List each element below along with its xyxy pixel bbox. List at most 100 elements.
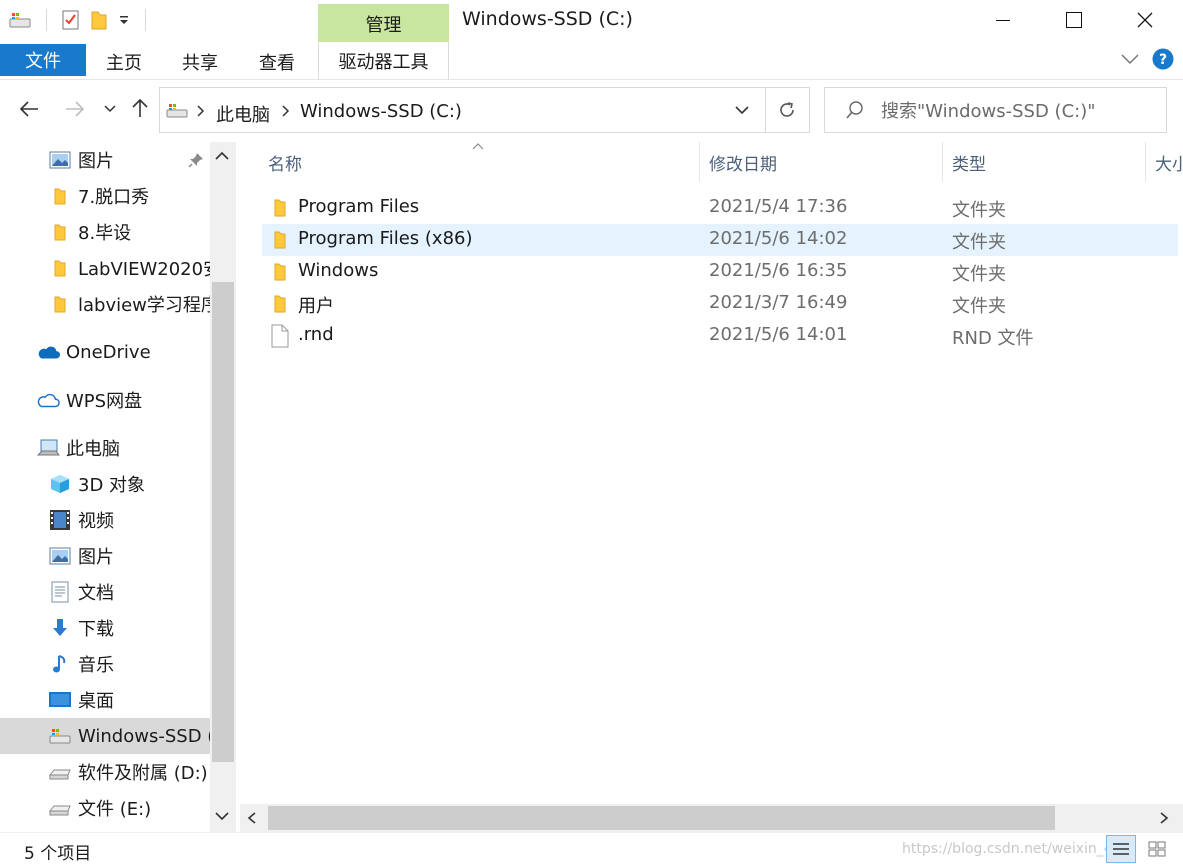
sidebar-item-pictures-quick[interactable]: 图片 [0, 142, 210, 178]
list-item[interactable]: .rnd 2021/5/6 14:01 RND 文件 [262, 320, 1178, 352]
title-bar: 管理 Windows-SSD (C:) [0, 0, 1183, 43]
minimize-button[interactable] [980, 0, 1026, 40]
column-header-date[interactable]: 修改日期 [699, 142, 941, 182]
sidebar-item-desktop[interactable]: 桌面 [0, 682, 210, 718]
sidebar-item-label: 图片 [78, 547, 114, 568]
breadcrumb-drive-c[interactable]: Windows-SSD (C:) [300, 101, 462, 122]
search-box[interactable]: 搜索"Windows-SSD (C:)" [824, 87, 1167, 133]
folder-icon [270, 293, 290, 315]
properties-icon[interactable] [61, 9, 81, 31]
sidebar-item-label: WPS网盘 [66, 391, 143, 412]
scroll-left-icon[interactable] [246, 811, 258, 825]
drive-c-icon [48, 724, 72, 748]
recent-locations-icon[interactable] [103, 103, 117, 115]
sidebar-item-folder-thesis[interactable]: 8.毕设 [0, 214, 210, 250]
column-header-type[interactable]: 类型 [942, 142, 1144, 182]
sidebar-item-folder-talkshow[interactable]: 7.脱口秀 [0, 178, 210, 214]
pin-icon[interactable] [188, 152, 204, 168]
sidebar-scroll-thumb[interactable] [212, 282, 234, 762]
list-item[interactable]: 用户 2021/3/7 16:49 文件夹 [262, 288, 1178, 320]
folder-icon [48, 184, 72, 208]
sidebar-item-documents[interactable]: 文档 [0, 574, 210, 610]
folder-icon [270, 197, 290, 219]
file-date: 2021/3/7 16:49 [709, 292, 848, 313]
chevron-down-icon[interactable] [734, 104, 750, 116]
folder-icon [270, 229, 290, 251]
scroll-down-icon[interactable] [214, 810, 230, 822]
large-icons-view-button[interactable] [1142, 837, 1172, 861]
sidebar-item-label: labview学习程序 [78, 295, 210, 316]
sidebar-item-label: 音乐 [78, 655, 114, 676]
sidebar-item-label: 软件及附属 (D:) [78, 763, 208, 784]
details-view-button[interactable] [1106, 835, 1136, 863]
list-item[interactable]: Program Files 2021/5/4 17:36 文件夹 [262, 192, 1178, 224]
file-date: 2021/5/6 14:02 [709, 228, 848, 249]
tab-view[interactable]: 查看 [249, 46, 305, 78]
search-input[interactable]: 搜索"Windows-SSD (C:)" [881, 97, 1096, 123]
refresh-icon [780, 102, 794, 117]
file-type: 文件夹 [952, 296, 1006, 317]
forward-button[interactable] [64, 99, 86, 119]
close-button[interactable] [1122, 0, 1168, 40]
column-header-name[interactable]: 名称 [258, 142, 698, 182]
sidebar-item-pictures[interactable]: 图片 [0, 538, 210, 574]
sidebar-item-drive-e[interactable]: 文件 (E:) [0, 790, 210, 826]
navigation-pane: 图片 7.脱口秀 8.毕设 LabVIEW2020安 labview学习程序 O… [0, 142, 236, 832]
sidebar-item-3d-objects[interactable]: 3D 对象 [0, 466, 210, 502]
up-button[interactable] [130, 97, 150, 119]
sidebar-item-downloads[interactable]: 下载 [0, 610, 210, 646]
customize-dropdown-icon[interactable] [117, 13, 131, 27]
quick-access-toolbar [8, 9, 152, 31]
sidebar-item-folder-labview-study[interactable]: labview学习程序 [0, 286, 210, 322]
file-name: Program Files [298, 196, 420, 217]
new-folder-icon[interactable] [89, 9, 109, 31]
tab-share[interactable]: 共享 [172, 46, 228, 78]
scroll-right-icon[interactable] [1158, 811, 1170, 825]
sidebar-item-label: 8.毕设 [78, 223, 132, 244]
tab-file[interactable]: 文件 [0, 44, 86, 76]
list-item[interactable]: Windows 2021/5/6 16:35 文件夹 [262, 256, 1178, 288]
file-type: 文件夹 [952, 264, 1006, 285]
list-item[interactable]: Program Files (x86) 2021/5/6 14:02 文件夹 [262, 224, 1178, 256]
drive-icon[interactable] [8, 10, 32, 30]
svg-text:?: ? [1159, 52, 1167, 68]
sidebar-item-label: LabVIEW2020安 [78, 259, 210, 280]
tab-drive-tools[interactable]: 驱动器工具 [318, 42, 449, 80]
manage-contextual-tab[interactable]: 管理 [318, 4, 449, 43]
sidebar-item-label: 下载 [78, 619, 114, 640]
refresh-button[interactable] [765, 87, 810, 133]
large-icons-view-icon [1148, 841, 1166, 857]
sidebar-item-videos[interactable]: 视频 [0, 502, 210, 538]
status-bar: 5 个项目 https://blog.csdn.net/weixin_4 [0, 832, 1183, 864]
sidebar-item-drive-d[interactable]: 软件及附属 (D:) [0, 754, 210, 790]
file-type: RND 文件 [952, 328, 1034, 349]
horizontal-scroll-thumb[interactable] [268, 806, 1055, 830]
sidebar-item-music[interactable]: 音乐 [0, 646, 210, 682]
sidebar-item-this-pc[interactable]: 此电脑 [0, 430, 210, 466]
documents-icon [48, 580, 72, 604]
drive-icon [166, 101, 188, 121]
sidebar-item-folder-labview2020[interactable]: LabVIEW2020安 [0, 250, 210, 286]
chevron-right-icon[interactable] [281, 104, 291, 118]
maximize-button[interactable] [1051, 0, 1097, 40]
help-icon[interactable]: ? [1152, 48, 1174, 70]
sidebar-item-label: 文件 (E:) [78, 799, 152, 820]
3d-objects-icon [48, 472, 72, 496]
search-icon [845, 100, 865, 120]
column-header-size[interactable]: 大小 [1145, 142, 1183, 182]
sidebar-item-drive-c[interactable]: Windows-SSD ( [0, 718, 210, 754]
breadcrumb-this-pc[interactable]: 此电脑 [216, 101, 270, 127]
sidebar-item-label: 此电脑 [66, 439, 120, 460]
scroll-up-icon[interactable] [214, 150, 230, 162]
sidebar-item-wps-cloud[interactable]: WPS网盘 [0, 382, 210, 418]
folder-icon [48, 292, 72, 316]
back-button[interactable] [18, 99, 40, 119]
details-view-icon [1113, 843, 1129, 855]
tab-home[interactable]: 主页 [96, 46, 152, 78]
chevron-right-icon[interactable] [196, 104, 206, 118]
sidebar-item-onedrive[interactable]: OneDrive [0, 334, 210, 370]
file-name: Windows [298, 260, 379, 281]
file-date: 2021/5/4 17:36 [709, 196, 848, 217]
expand-ribbon-icon[interactable] [1120, 52, 1140, 66]
address-bar[interactable]: 此电脑 Windows-SSD (C:) [159, 87, 766, 133]
